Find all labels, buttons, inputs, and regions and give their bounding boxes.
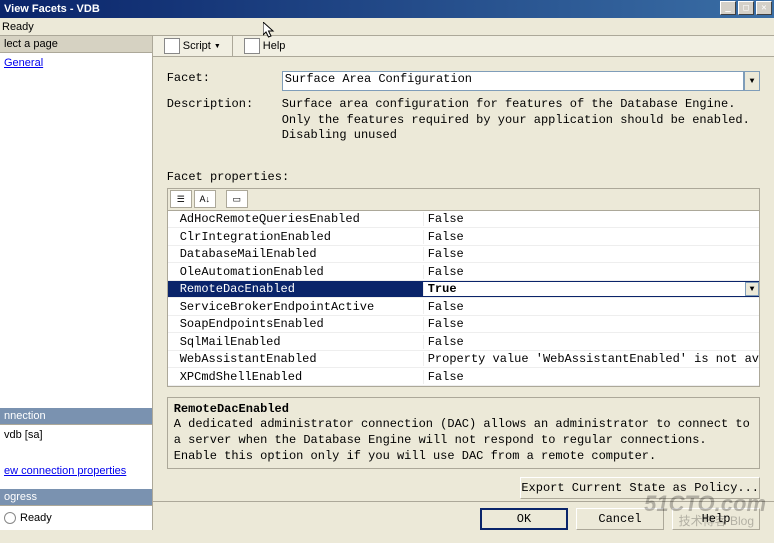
- property-value[interactable]: False: [424, 370, 759, 384]
- maximize-button[interactable]: □: [738, 1, 754, 15]
- property-name: WebAssistantEnabled: [168, 352, 424, 366]
- help-label: Help: [263, 40, 286, 52]
- property-value[interactable]: False: [424, 300, 759, 314]
- status-text: Ready: [2, 21, 34, 33]
- facet-label: Facet:: [167, 71, 282, 91]
- help-button[interactable]: Help: [239, 36, 291, 56]
- property-value[interactable]: False: [424, 265, 759, 279]
- facet-select[interactable]: Surface Area Configuration: [282, 71, 744, 91]
- help-title: RemoteDacEnabled: [174, 402, 753, 418]
- progress-header: ogress: [0, 489, 152, 506]
- property-row[interactable]: ClrIntegrationEnabledFalse▼: [168, 228, 759, 246]
- property-name: DatabaseMailEnabled: [168, 247, 424, 261]
- property-value[interactable]: False: [424, 335, 759, 349]
- property-row[interactable]: XPCmdShellEnabledFalse▼: [168, 368, 759, 386]
- connection-header: nnection: [0, 408, 152, 425]
- progress-spinner-icon: [4, 512, 16, 524]
- property-value-dropdown[interactable]: ▼: [745, 282, 759, 296]
- categorized-button[interactable]: ☰: [170, 190, 192, 208]
- close-button[interactable]: ✕: [756, 1, 772, 15]
- export-policy-button[interactable]: Export Current State as Policy...: [520, 477, 760, 499]
- property-value[interactable]: False: [424, 212, 759, 226]
- property-name: AdHocRemoteQueriesEnabled: [168, 212, 424, 226]
- property-name: RemoteDacEnabled: [168, 282, 424, 296]
- property-value[interactable]: False: [424, 230, 759, 244]
- property-help-pane: RemoteDacEnabled A dedicated administrat…: [167, 397, 760, 469]
- property-row[interactable]: SoapEndpointsEnabledFalse▼: [168, 316, 759, 334]
- select-page-header: lect a page: [0, 36, 152, 53]
- toolbar-separator: [232, 36, 233, 56]
- status-bar-top: Ready: [0, 18, 774, 36]
- window-title: View Facets - VDB: [2, 3, 100, 15]
- property-row[interactable]: DatabaseMailEnabledFalse▼: [168, 246, 759, 264]
- property-name: SoapEndpointsEnabled: [168, 317, 424, 331]
- script-label: Script: [183, 40, 211, 52]
- help-text: A dedicated administrator connection (DA…: [174, 417, 753, 464]
- content-pane: Script ▼ Help Facet: Surface Area Config…: [153, 36, 774, 530]
- property-row[interactable]: RemoteDacEnabledTrue▼: [168, 281, 759, 299]
- property-row[interactable]: WebAssistantEnabledProperty value 'WebAs…: [168, 351, 759, 369]
- property-value[interactable]: False: [424, 247, 759, 261]
- property-name: OleAutomationEnabled: [168, 265, 424, 279]
- property-row[interactable]: OleAutomationEnabledFalse▼: [168, 263, 759, 281]
- property-value[interactable]: False: [424, 317, 759, 331]
- progress-text: Ready: [20, 512, 52, 524]
- help-dialog-button[interactable]: Help: [672, 508, 760, 530]
- property-grid-toolbar: ☰ A↓ ▭: [168, 189, 759, 211]
- description-label: Description:: [167, 97, 282, 144]
- property-value[interactable]: Property value 'WebAssistantEnabled' is …: [424, 352, 759, 366]
- property-name: SqlMailEnabled: [168, 335, 424, 349]
- property-grid: ☰ A↓ ▭ AdHocRemoteQueriesEnabledFalse▼Cl…: [167, 188, 760, 387]
- connection-text: vdb [sa]: [0, 427, 152, 443]
- content-toolbar: Script ▼ Help: [153, 36, 774, 57]
- chevron-down-icon: ▼: [214, 43, 221, 50]
- property-name: ServiceBrokerEndpointActive: [168, 300, 424, 314]
- property-row[interactable]: ServiceBrokerEndpointActiveFalse▼: [168, 298, 759, 316]
- help-icon: [244, 38, 260, 54]
- property-row[interactable]: SqlMailEnabledFalse▼: [168, 333, 759, 351]
- property-name: ClrIntegrationEnabled: [168, 230, 424, 244]
- facet-properties-label: Facet properties:: [167, 170, 774, 184]
- script-button[interactable]: Script ▼: [159, 36, 226, 56]
- window-buttons: _ □ ✕: [720, 1, 772, 15]
- dialog-button-row: OK Cancel Help: [153, 501, 774, 536]
- sidebar: lect a page General nnection vdb [sa] ew…: [0, 36, 153, 530]
- sidebar-item-general[interactable]: General: [0, 55, 152, 71]
- titlebar: View Facets - VDB _ □ ✕: [0, 0, 774, 18]
- property-value[interactable]: True: [424, 282, 745, 296]
- alphabetical-button[interactable]: A↓: [194, 190, 216, 208]
- minimize-button[interactable]: _: [720, 1, 736, 15]
- facet-dropdown-button[interactable]: ▼: [744, 71, 760, 91]
- property-name: XPCmdShellEnabled: [168, 370, 424, 384]
- ok-button[interactable]: OK: [480, 508, 568, 530]
- cancel-button[interactable]: Cancel: [576, 508, 664, 530]
- view-connection-properties-link[interactable]: ew connection properties: [0, 463, 152, 479]
- property-row[interactable]: AdHocRemoteQueriesEnabledFalse▼: [168, 211, 759, 229]
- property-pages-button[interactable]: ▭: [226, 190, 248, 208]
- script-icon: [164, 38, 180, 54]
- description-text: Surface area configuration for features …: [282, 97, 760, 144]
